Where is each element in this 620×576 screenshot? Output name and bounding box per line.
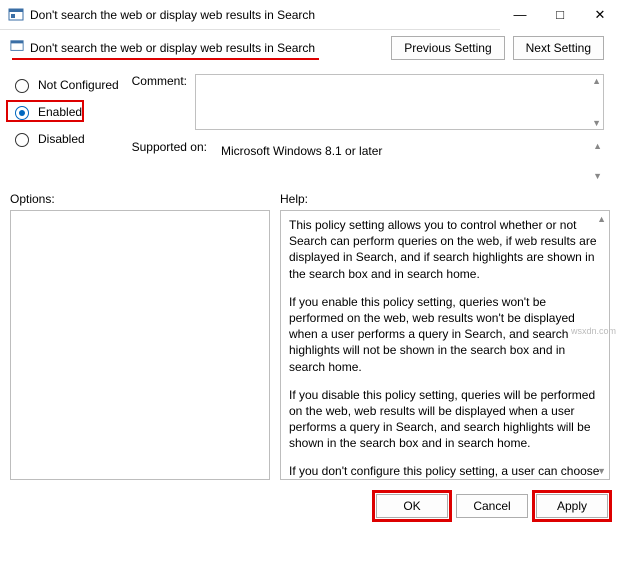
dialog-footer: OK Cancel Apply — [0, 488, 620, 528]
radio-enabled[interactable]: Enabled — [10, 103, 125, 120]
subheader: Don't search the web or display web resu… — [0, 30, 620, 74]
help-label: Help: — [280, 192, 308, 206]
radio-disabled-input[interactable] — [15, 133, 29, 147]
comment-label: Comment: — [125, 74, 195, 130]
help-paragraph: If you disable this policy setting, quer… — [289, 387, 601, 452]
help-paragraph: If you enable this policy setting, queri… — [289, 294, 601, 375]
scroll-up-icon[interactable]: ▲ — [592, 76, 601, 86]
window-title: Don't search the web or display web resu… — [30, 8, 500, 22]
radio-not-configured-input[interactable] — [15, 79, 29, 93]
watermark: wsxdn.com — [571, 326, 616, 336]
supported-on-label: Supported on: — [125, 140, 215, 182]
help-pane: This policy setting allows you to contro… — [280, 210, 610, 480]
highlight-underline — [12, 58, 319, 60]
previous-setting-button[interactable]: Previous Setting — [391, 36, 504, 60]
comment-textarea[interactable]: ▲ ▼ — [195, 74, 604, 130]
scroll-down-icon[interactable]: ▼ — [593, 171, 602, 181]
radio-disabled-label: Disabled — [38, 132, 85, 146]
next-setting-button[interactable]: Next Setting — [513, 36, 604, 60]
apply-button[interactable]: Apply — [536, 494, 608, 518]
scroll-down-icon[interactable]: ▼ — [592, 118, 601, 128]
supported-on-text: Microsoft Windows 8.1 or later — [221, 144, 382, 158]
help-paragraph: This policy setting allows you to contro… — [289, 217, 601, 282]
options-pane — [10, 210, 270, 480]
policy-icon — [8, 7, 24, 23]
scroll-up-icon[interactable]: ▲ — [593, 141, 602, 151]
policy-small-icon — [10, 39, 24, 56]
scroll-down-icon[interactable]: ▼ — [597, 466, 606, 476]
close-button[interactable]: ✕ — [580, 0, 620, 30]
scroll-up-icon[interactable]: ▲ — [597, 214, 606, 224]
state-radio-group: Not Configured Enabled Disabled — [10, 74, 125, 182]
supported-on-box: Microsoft Windows 8.1 or later ▲ ▼ — [215, 140, 604, 182]
maximize-button[interactable]: □ — [540, 0, 580, 30]
help-paragraph: If you don't configure this policy setti… — [289, 463, 601, 480]
policy-title: Don't search the web or display web resu… — [30, 41, 315, 55]
minimize-button[interactable]: ― — [500, 0, 540, 30]
ok-button[interactable]: OK — [376, 494, 448, 518]
options-label: Options: — [10, 192, 280, 206]
radio-enabled-input[interactable] — [15, 106, 29, 120]
radio-enabled-label: Enabled — [38, 105, 82, 119]
radio-not-configured[interactable]: Not Configured — [10, 76, 125, 93]
radio-not-configured-label: Not Configured — [38, 78, 119, 92]
titlebar: Don't search the web or display web resu… — [0, 0, 620, 30]
policy-title-text: Don't search the web or display web resu… — [30, 41, 315, 55]
cancel-button[interactable]: Cancel — [456, 494, 528, 518]
radio-disabled[interactable]: Disabled — [10, 130, 125, 147]
